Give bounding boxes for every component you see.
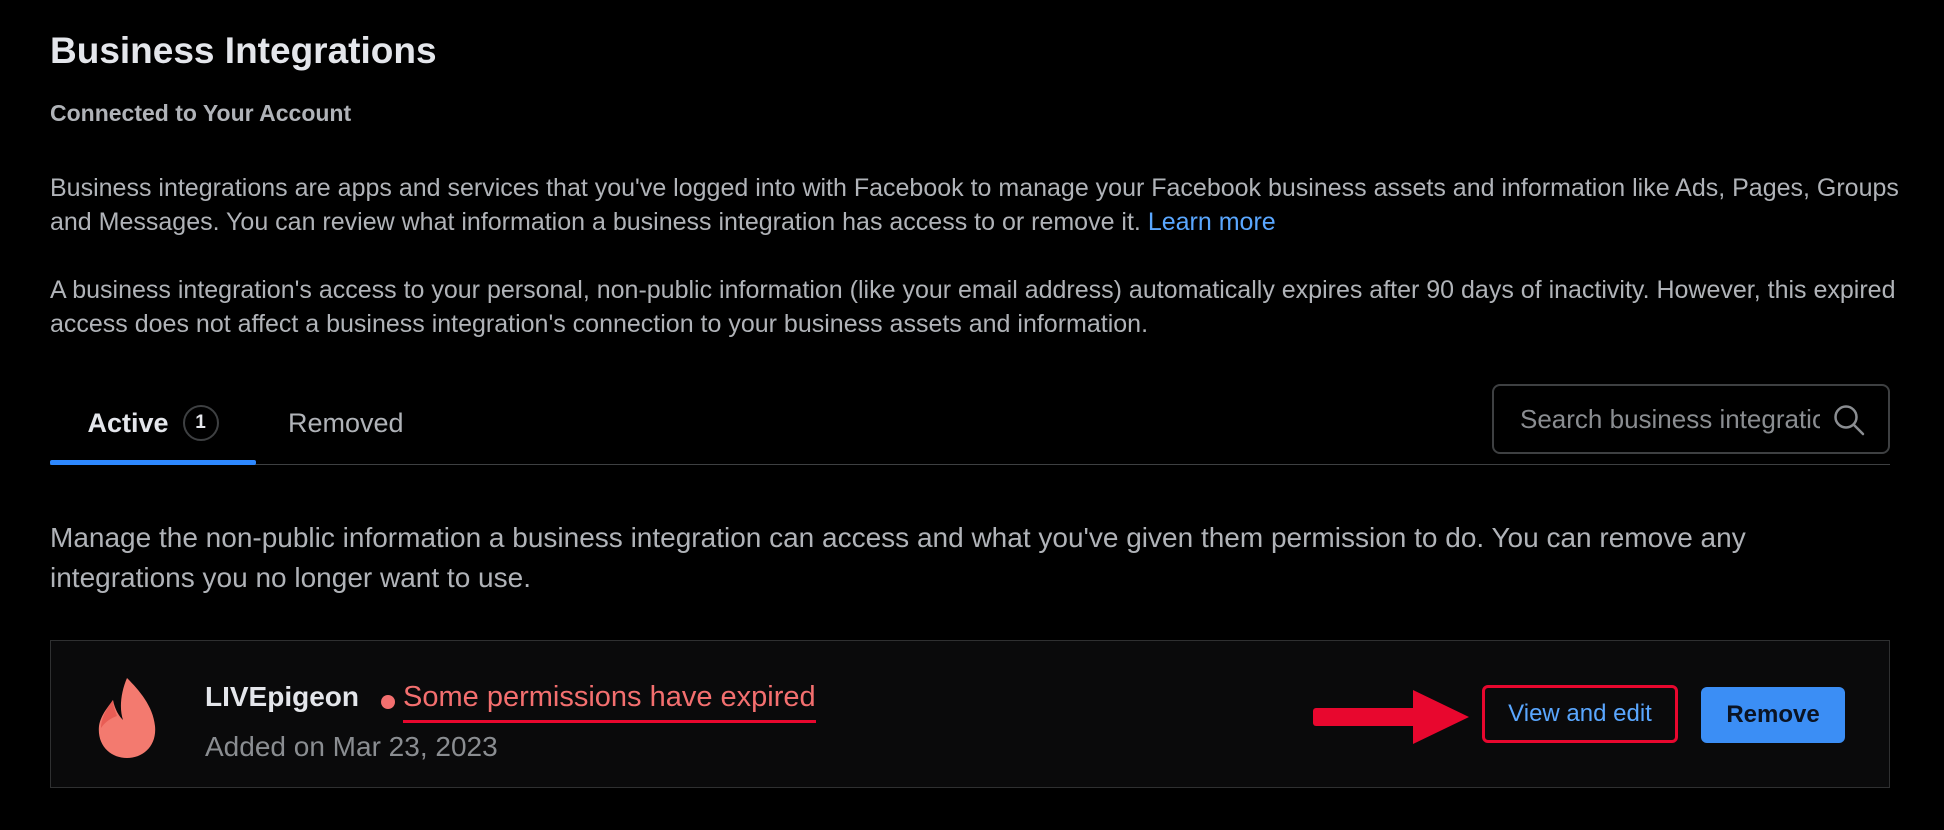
learn-more-link[interactable]: Learn more xyxy=(1148,208,1276,236)
integration-card: LIVEpigeon Some permissions have expired… xyxy=(50,640,1890,788)
business-integrations-page: Business Integrations Connected to Your … xyxy=(0,0,1944,830)
page-title: Business Integrations xyxy=(50,30,437,71)
manage-description: Manage the non-public information a busi… xyxy=(50,522,1746,593)
integration-name: LIVEpigeon xyxy=(205,681,359,712)
intro-paragraph-text: Business integrations are apps and servi… xyxy=(50,174,1899,236)
livepigeon-logo xyxy=(98,678,156,758)
status-dot-icon xyxy=(381,695,395,709)
view-and-edit-button[interactable]: View and edit xyxy=(1482,685,1678,743)
intro-paragraph: Business integrations are apps and servi… xyxy=(50,171,1910,239)
tab-active-label: Active xyxy=(87,407,169,438)
integration-added-date: Added on Mar 23, 2023 xyxy=(205,731,498,762)
expiry-paragraph: A business integration's access to your … xyxy=(50,276,1896,338)
search-icon[interactable] xyxy=(1832,403,1866,437)
tab-removed-label: Removed xyxy=(288,407,404,438)
search-input[interactable] xyxy=(1518,402,1822,436)
status-text: Some permissions have expired xyxy=(403,681,816,723)
remove-button[interactable]: Remove xyxy=(1701,687,1845,743)
tab-active[interactable]: Active 1 xyxy=(50,382,256,465)
annotation-arrow-icon xyxy=(1313,690,1469,744)
search-box xyxy=(1492,384,1890,454)
page-subtitle: Connected to Your Account xyxy=(50,100,352,126)
tab-removed[interactable]: Removed xyxy=(288,382,404,464)
integration-status: Some permissions have expired xyxy=(381,681,816,723)
tab-active-count-badge: 1 xyxy=(182,405,219,441)
